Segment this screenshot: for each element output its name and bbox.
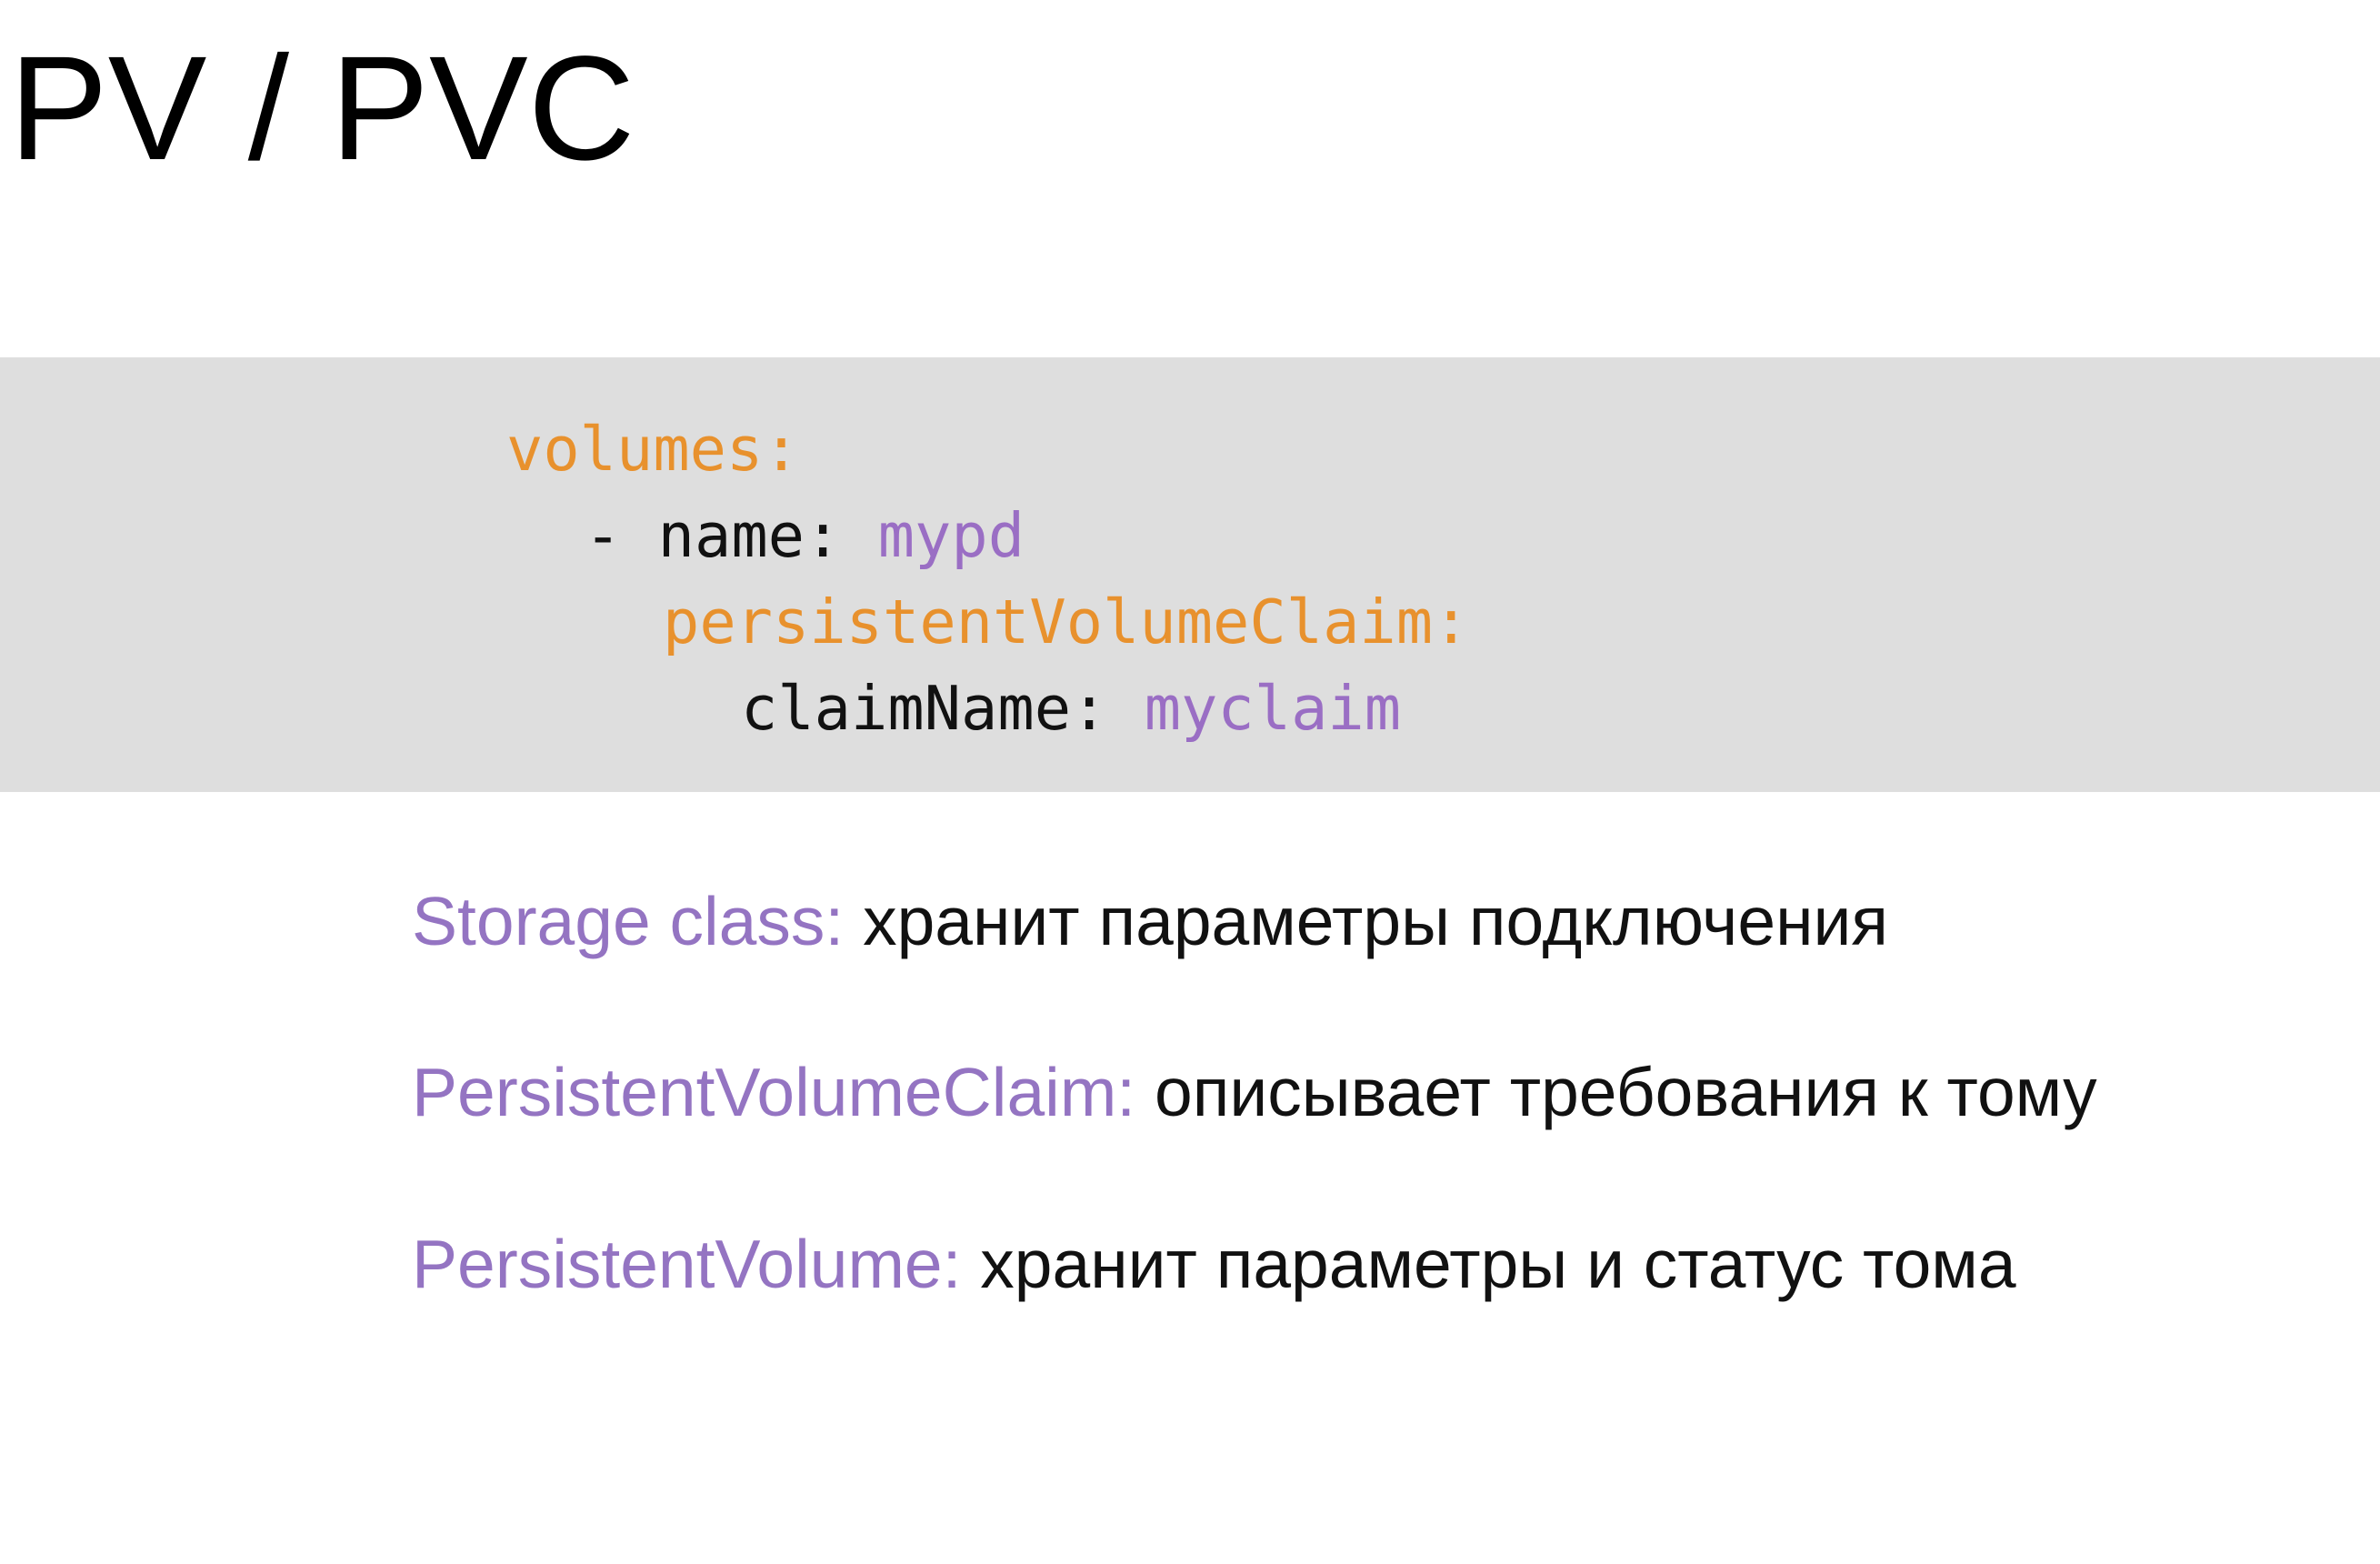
code-block: volumes: - name: mypd persistentVolumeCl… [0,357,2380,792]
definition-text: хранит параметры подключения [844,883,1889,959]
definition-storage-class: Storage class: хранит параметры подключе… [412,880,1888,962]
yaml-value-mypd: mypd [877,500,1025,571]
code-line-name: - name: mypd [585,495,1025,576]
definition-text: описывает требования к тому [1135,1054,2097,1130]
yaml-value-myclaim: myclaim [1144,673,1402,744]
code-line-claim-name: claimName: myclaim [741,667,1401,749]
yaml-key-claim-name: claimName: [741,673,1145,744]
code-line-persistent-volume-claim: persistentVolumeClaim: [663,581,1469,663]
code-line-volumes: volumes: [506,408,800,490]
yaml-key-volumes: volumes: [506,414,800,485]
definition-text: хранит параметры и статус тома [961,1226,2016,1302]
definition-term: PersistentVolumeClaim: [412,1054,1136,1130]
slide-title: PV / PVC [9,25,635,191]
definition-persistent-volume: PersistentVolume: хранит параметры и ста… [412,1223,2016,1305]
yaml-key-name: - name: [585,500,878,571]
definition-persistent-volume-claim: PersistentVolumeClaim: описывает требова… [412,1051,2097,1133]
definition-term: PersistentVolume: [412,1226,962,1302]
yaml-key-persistent-volume-claim: persistentVolumeClaim: [663,586,1470,657]
definition-term: Storage class: [412,883,845,959]
